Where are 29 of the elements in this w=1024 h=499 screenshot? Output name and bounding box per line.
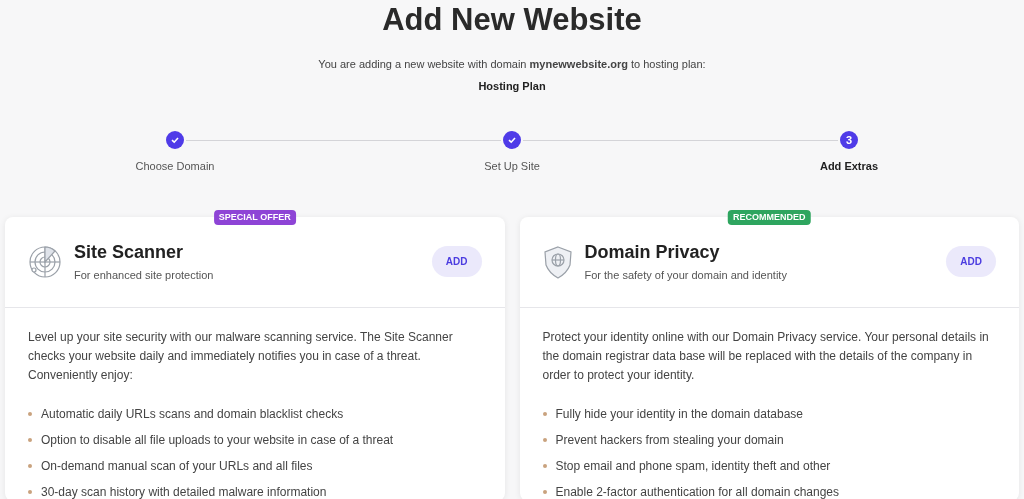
add-button[interactable]: ADD (946, 246, 996, 278)
step-label: Set Up Site (484, 159, 540, 174)
feature-text: Option to disable all file uploads to your website in case of a threat (41, 432, 394, 449)
card-title: Domain Privacy (584, 240, 721, 263)
feature-text: Fully hide your identity in the domain database (555, 406, 803, 423)
intro-text: You are adding a new website with domain mynewwebsite.org to hosting plan: (318, 57, 706, 72)
feature-text: Enable 2-factor authentication for all domain changes (555, 484, 839, 499)
card-subtitle: For the safety of your domain and identity (584, 267, 788, 283)
radar-icon (28, 244, 62, 279)
step-label: Choose Domain (135, 159, 215, 174)
feature-text: Automatic daily URLs scans and domain blacklist checks (41, 406, 344, 423)
card-description: Protect your identity online with our Domain Privacy service. Your personal details in the domain registrar data base will be replaced with the details of the company in order to protect your identity. (542, 329, 990, 384)
step-label: Add Extras (819, 159, 879, 174)
feature-text: 30-day scan history with detailed malware information (41, 484, 327, 499)
feature-text: Prevent hackers from stealing your domain (555, 432, 784, 449)
card-title: Site Scanner (74, 240, 185, 263)
card-subtitle: For enhanced site protection (74, 267, 215, 283)
plan-name: Hosting Plan (478, 78, 546, 94)
feature-text: Stop email and phone spam, identity theft and other (555, 458, 831, 475)
card-description: Level up your site security with our malware scanning service. The Site Scanner checks your website daily and immediately notifies you in case of a threat. Conveniently enjoy: (28, 329, 454, 384)
feature-text: On-demand manual scan of your URLs and all files (41, 458, 313, 475)
page-title: Add New Website (382, 1, 642, 39)
shield-globe-icon (542, 244, 573, 279)
offer-label: RECOMMENDED (728, 209, 811, 225)
check-icon (170, 135, 180, 145)
step-indicator: 3 (840, 131, 858, 149)
offer-label: SPECIAL OFFER (213, 209, 296, 225)
add-button[interactable]: ADD (431, 246, 482, 278)
check-icon (507, 135, 517, 145)
